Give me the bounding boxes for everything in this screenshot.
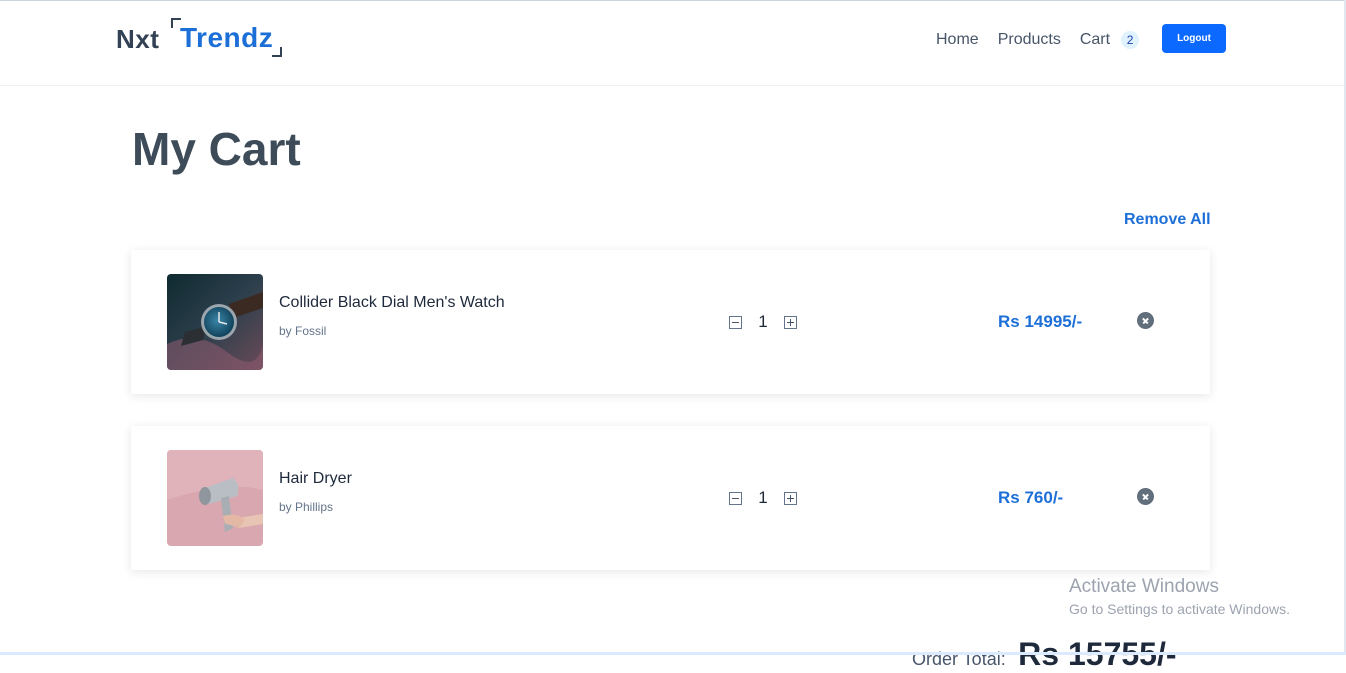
logo-bracket-icon <box>272 47 282 57</box>
logout-button[interactable]: Logout <box>1162 24 1226 53</box>
cart-item: Collider Black Dial Men's Watch by Fossi… <box>131 250 1210 394</box>
cart-count-badge: 2 <box>1121 31 1140 49</box>
nav-link-cart[interactable]: Cart <box>1080 31 1110 49</box>
item-price: Rs 14995/- <box>998 312 1083 331</box>
navbar: Nxt Trendz Home Products Cart 2 Logout <box>0 1 1344 86</box>
remove-all-button[interactable]: Remove All <box>1124 211 1211 229</box>
nav-link-home[interactable]: Home <box>936 31 979 49</box>
decrease-quantity-button[interactable] <box>729 315 742 329</box>
increase-quantity-button[interactable] <box>784 315 797 329</box>
product-brand: by Fossil <box>279 324 327 338</box>
quantity-stepper: 1 <box>729 312 797 332</box>
logo-text-nxt: Nxt <box>116 24 160 54</box>
cart-item: Hair Dryer by Phillips 1 Rs 760/- <box>131 426 1210 570</box>
item-price: Rs 760/- <box>998 488 1064 507</box>
product-image-watch[interactable] <box>167 274 263 370</box>
quantity-stepper: 1 <box>729 488 797 508</box>
remove-item-close-icon[interactable] <box>1137 488 1154 505</box>
quantity-value: 1 <box>758 488 768 507</box>
product-brand: by Phillips <box>279 500 334 514</box>
product-title: Collider Black Dial Men's Watch <box>279 294 505 311</box>
nav-menu: Home Products Cart 2 <box>936 31 1140 49</box>
product-title: Hair Dryer <box>279 470 352 487</box>
increase-quantity-button[interactable] <box>784 491 797 505</box>
activate-windows-watermark: Activate Windows Go to Settings to activ… <box>1069 576 1290 617</box>
watermark-subtitle: Go to Settings to activate Windows. <box>1069 601 1290 617</box>
logo-text-trendz: Trendz <box>180 22 274 53</box>
product-image-hair-dryer[interactable] <box>167 450 263 546</box>
decrease-quantity-button[interactable] <box>729 491 742 505</box>
quantity-value: 1 <box>758 312 768 331</box>
page-title: My Cart <box>132 123 301 175</box>
remove-item-close-icon[interactable] <box>1137 312 1154 329</box>
watermark-title: Activate Windows <box>1069 576 1219 597</box>
nav-link-products[interactable]: Products <box>998 31 1061 49</box>
